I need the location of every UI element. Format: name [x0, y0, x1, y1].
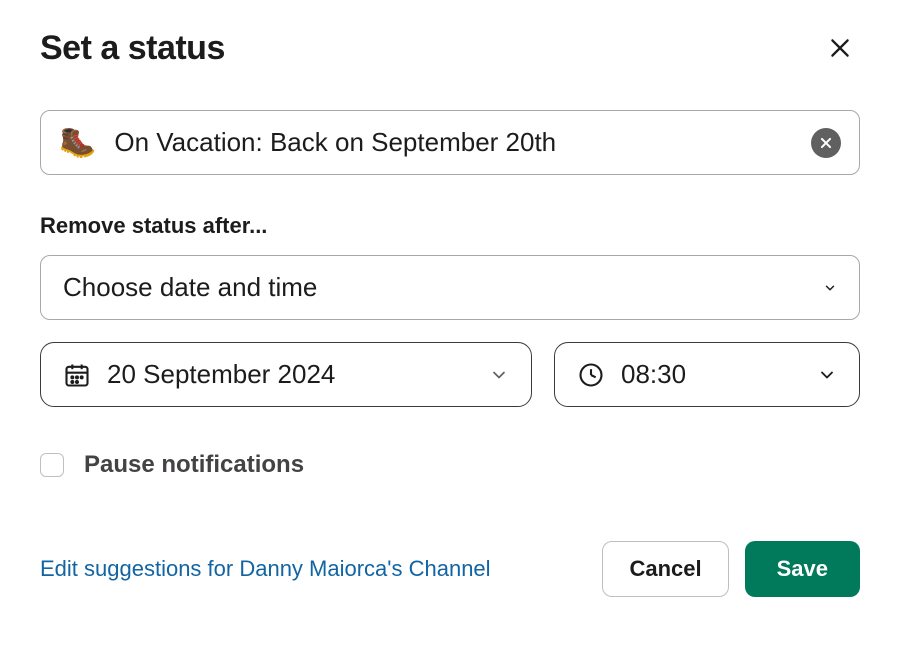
status-text: On Vacation: Back on September 20th [114, 127, 793, 158]
remove-after-select[interactable]: Choose date and time [40, 255, 860, 320]
status-emoji-icon[interactable]: 🥾 [59, 125, 96, 160]
pause-notifications-checkbox[interactable] [40, 453, 64, 477]
edit-suggestions-link[interactable]: Edit suggestions for Danny Maiorca's Cha… [40, 556, 491, 582]
remove-after-label: Remove status after... [40, 213, 860, 239]
cancel-button[interactable]: Cancel [602, 541, 728, 597]
pause-notifications-label: Pause notifications [84, 451, 304, 479]
close-button[interactable] [820, 28, 860, 68]
clock-icon [577, 361, 605, 389]
date-value: 20 September 2024 [107, 359, 335, 390]
chevron-down-icon [489, 365, 509, 385]
dialog-title: Set a status [40, 29, 225, 68]
chevron-down-icon [823, 281, 837, 295]
time-value: 08:30 [621, 359, 686, 390]
status-input[interactable]: 🥾 On Vacation: Back on September 20th [40, 110, 860, 175]
save-button[interactable]: Save [745, 541, 860, 597]
chevron-down-icon [817, 365, 837, 385]
date-picker[interactable]: 20 September 2024 [40, 342, 532, 407]
clear-status-button[interactable] [811, 128, 841, 158]
remove-after-select-text: Choose date and time [63, 272, 317, 303]
x-icon [819, 136, 833, 150]
close-icon [827, 35, 853, 61]
calendar-icon [63, 361, 91, 389]
time-picker[interactable]: 08:30 [554, 342, 860, 407]
